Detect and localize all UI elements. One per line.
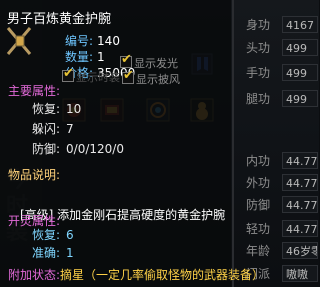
stat-row-age: 年龄 46岁零 <box>236 240 319 262</box>
stat-value: 46岁零 <box>282 242 318 259</box>
stat-value: 44.77 <box>282 174 318 191</box>
spirit-attr-accuracy: 准确: 1 <box>32 246 74 260</box>
spirit-attr-recovery: 恢复: 6 <box>32 228 74 242</box>
main-attributes-header: 主要属性: <box>8 84 61 98</box>
additional-status: 附加状态:摘星（一定几率偷取怪物的武器装备） <box>8 268 265 282</box>
stat-value: 嗷嗷 <box>282 265 318 282</box>
stat-value: 44.77 <box>282 220 318 237</box>
stat-row-head: 头功 499 <box>236 37 319 59</box>
stat-row-leg: 腿功 499 <box>236 88 319 110</box>
stat-value: 499 <box>282 39 318 56</box>
bracer-item-icon <box>6 27 32 55</box>
stat-row-outer: 外功 44.77 <box>246 174 318 191</box>
stat-row-body: 身功 4167 <box>236 14 319 36</box>
attr-recovery: 恢复: 10 <box>32 102 82 116</box>
stat-value: 499 <box>282 90 318 107</box>
item-number: 编号: 140 <box>65 34 120 48</box>
stat-row-inner: 内功 44.77 <box>246 152 318 169</box>
check-icon: ✔ <box>123 68 134 83</box>
check-icon: ✔ <box>63 66 74 81</box>
check-icon: ✔ <box>121 52 132 67</box>
stat-value: 4167 <box>282 16 318 33</box>
stat-value: 44.77 <box>282 196 318 213</box>
panel-divider <box>232 0 234 287</box>
stat-value: 499 <box>282 64 318 81</box>
stat-row-agility: 轻功 44.77 <box>246 220 318 237</box>
stat-row-defense: 防御 44.77 <box>246 196 318 213</box>
attr-defense: 防御: 0/0/120/0 <box>32 142 124 156</box>
attr-dodge: 躲闪: 7 <box>32 122 74 136</box>
item-quantity: 数量: 1 <box>65 50 105 64</box>
description-header: 物品说明: <box>8 168 61 182</box>
stat-value: 44.77 <box>282 152 318 169</box>
stat-row-hand: 手功 499 <box>236 62 319 84</box>
